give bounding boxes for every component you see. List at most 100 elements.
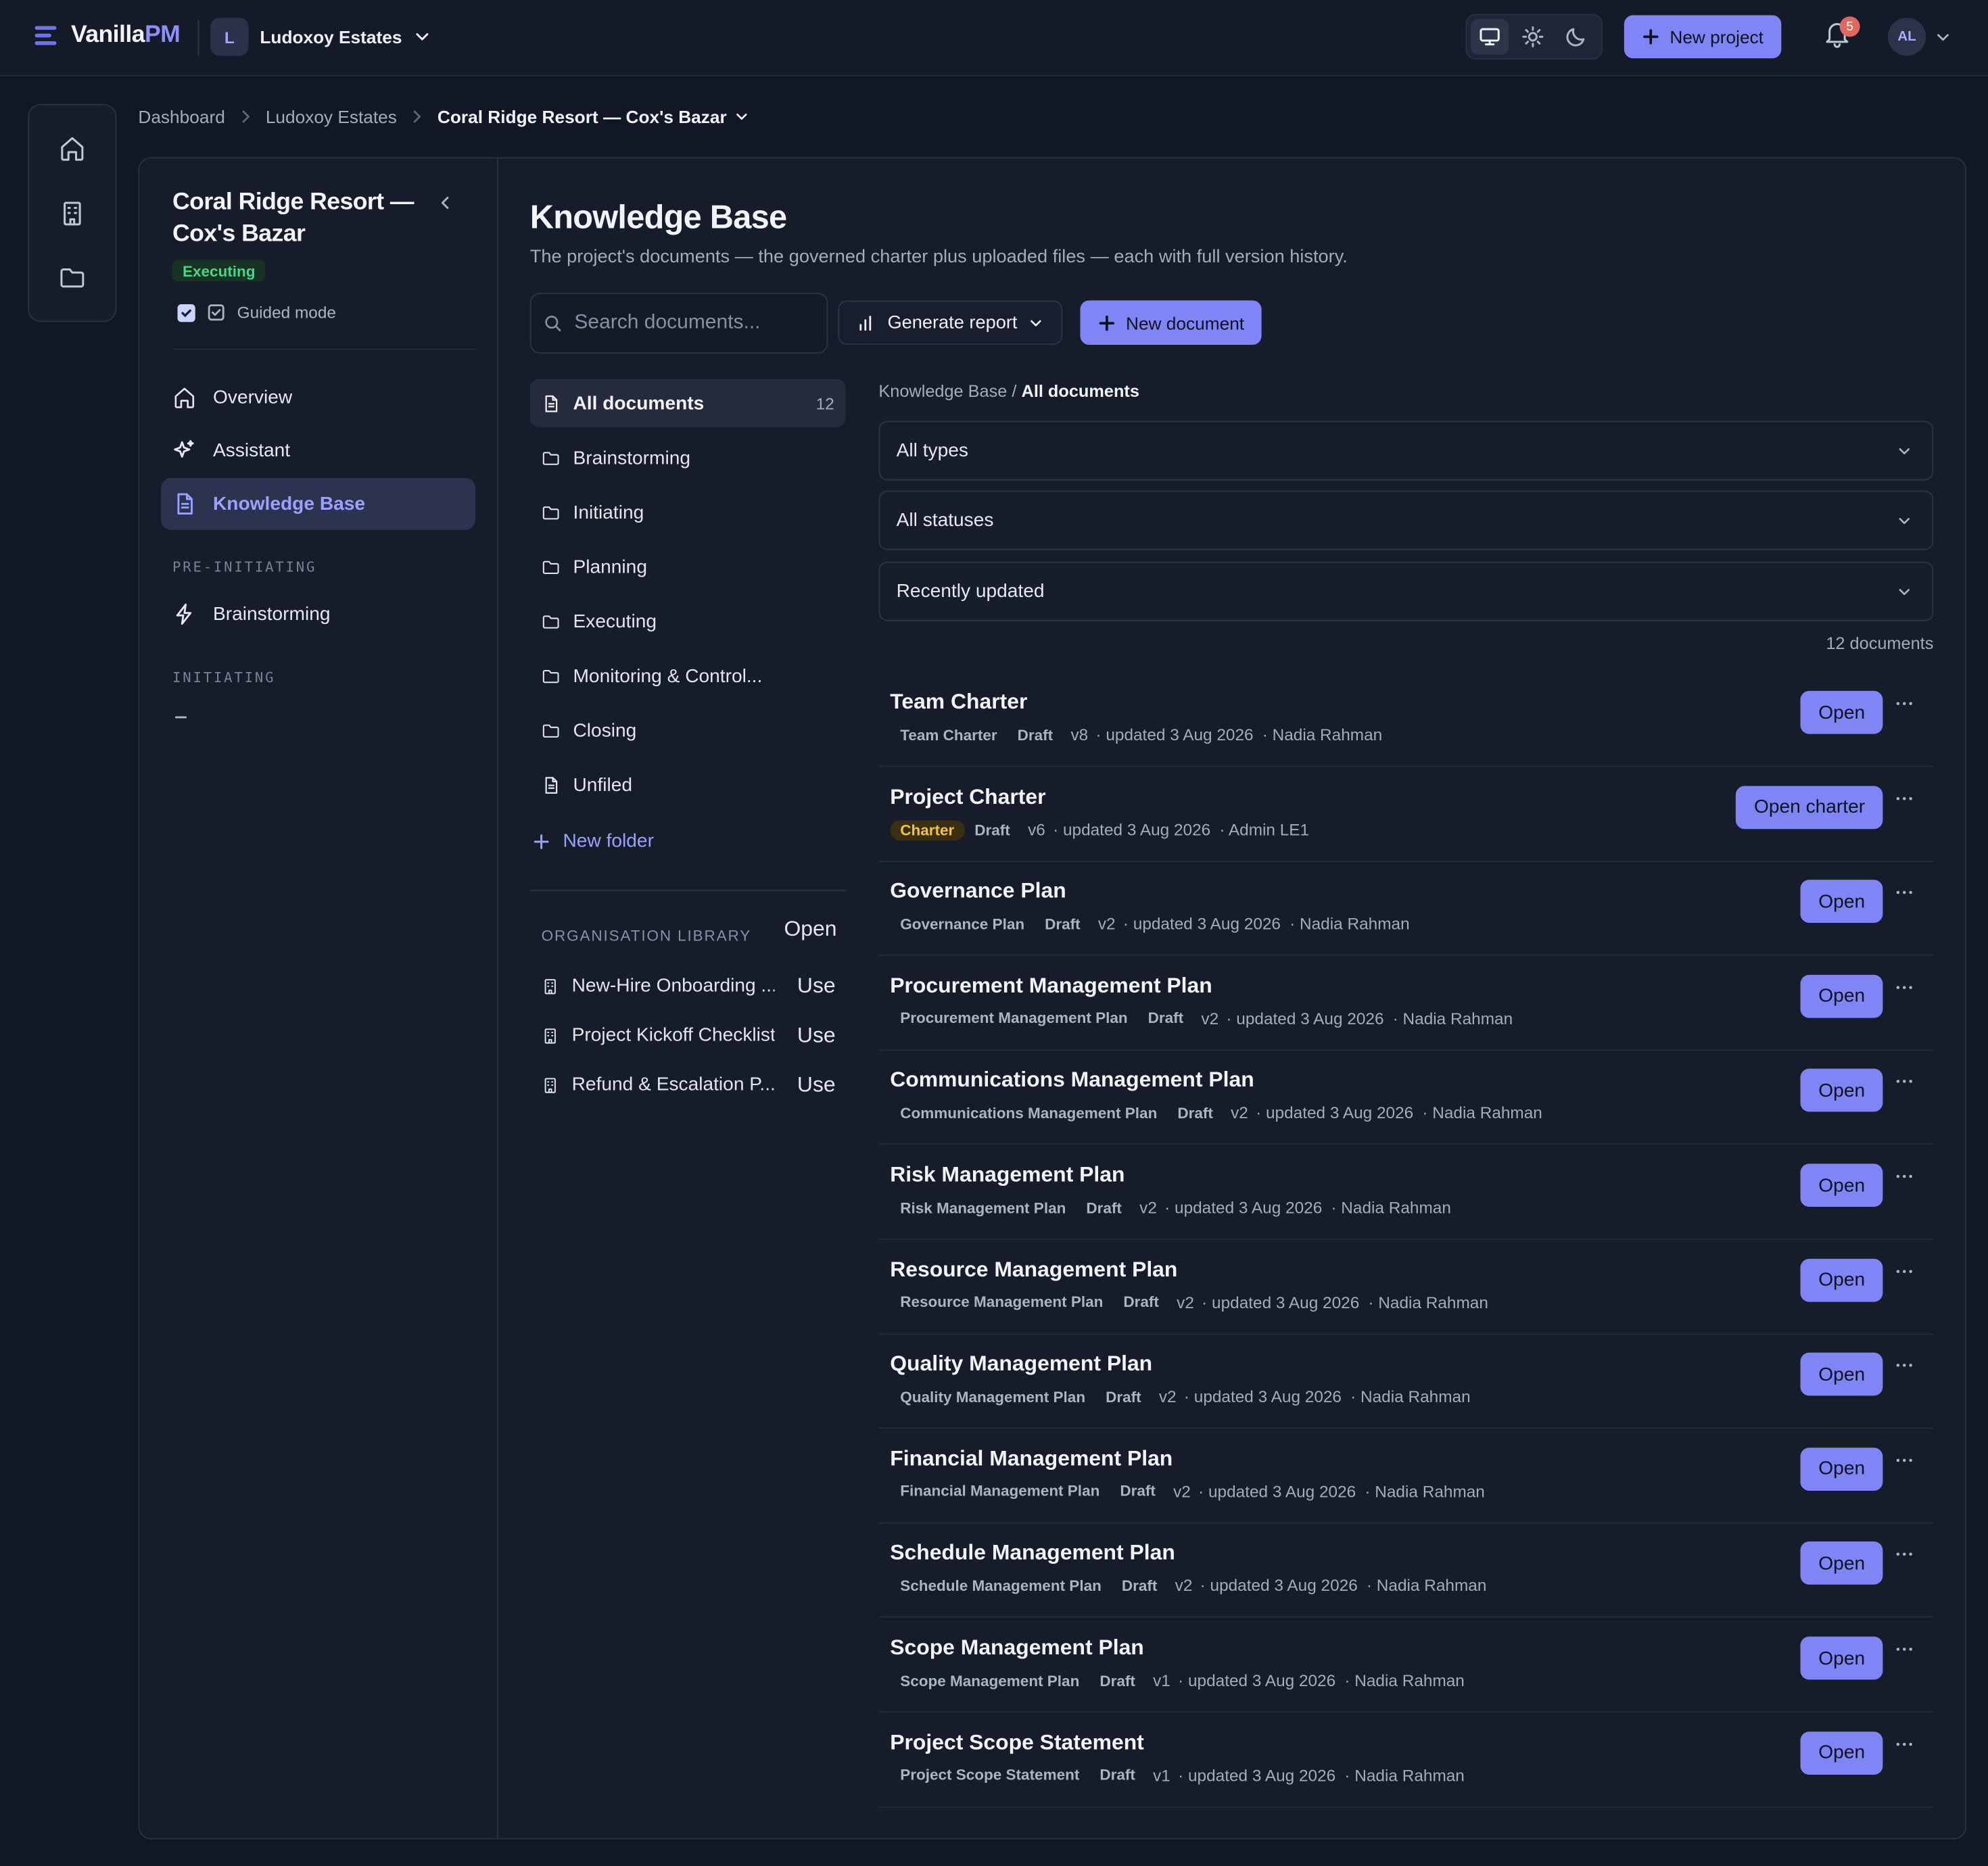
open-document-button[interactable]: Open (1801, 1352, 1883, 1396)
list-breadcrumb-root[interactable]: Knowledge Base (878, 381, 1007, 400)
collapse-sidebar-button[interactable] (436, 194, 454, 212)
document-row[interactable]: Quality Management Plan Quality Managemen… (878, 1334, 1934, 1429)
library-use-button[interactable]: Use (797, 1072, 836, 1097)
theme-light-button[interactable] (1514, 19, 1552, 55)
open-document-button[interactable]: Open (1801, 1164, 1883, 1207)
document-row[interactable]: Procurement Management Plan Procurement M… (878, 955, 1934, 1051)
folder-executing[interactable]: Executing (530, 597, 846, 645)
guided-mode-toggle[interactable]: Guided mode (177, 303, 336, 322)
document-row[interactable]: Communications Management Plan Communicat… (878, 1050, 1934, 1145)
avatar-menu-toggle[interactable] (1935, 29, 1951, 45)
document-type-badge: Risk Management Plan (900, 1198, 1066, 1217)
guided-mode-checkbox[interactable] (177, 304, 195, 322)
generate-report-button[interactable]: Generate report (838, 300, 1063, 345)
library-use-button[interactable]: Use (797, 973, 836, 999)
status-filter-select[interactable]: All statuses (878, 490, 1934, 550)
more-options-button[interactable] (1895, 1647, 1913, 1652)
nav-brainstorming[interactable]: Brainstorming (161, 588, 475, 640)
document-row[interactable]: Team Charter Team Charter Draft v8 · updated… (878, 672, 1934, 767)
more-options-button[interactable] (1895, 890, 1913, 896)
document-title[interactable]: Resource Management Plan (890, 1257, 1177, 1283)
document-title[interactable]: Financial Management Plan (890, 1446, 1173, 1472)
sparkles-icon (174, 439, 194, 458)
rail-portfolio[interactable] (58, 199, 86, 226)
folder-label: Planning (573, 556, 647, 578)
new-folder-button[interactable]: New folder (533, 830, 654, 852)
document-row[interactable]: Schedule Management Plan Schedule Managem… (878, 1523, 1934, 1619)
document-meta: Team Charter Draft v8 · updated 3 Aug 2026 ·… (890, 725, 1382, 744)
more-options-button[interactable] (1895, 1458, 1913, 1463)
document-row[interactable]: Project Scope Statement Project Scope Sta… (878, 1712, 1934, 1807)
nav-knowledge-base[interactable]: Knowledge Base (161, 477, 476, 530)
document-row[interactable]: Risk Management Plan Risk Management Plan… (878, 1145, 1934, 1240)
open-document-button[interactable]: Open (1801, 1447, 1883, 1491)
workspace-switcher[interactable]: L Ludoxoy Estates (210, 18, 431, 56)
document-row[interactable]: Scope Management Plan Scope Management Pl… (878, 1618, 1934, 1713)
document-title[interactable]: Risk Management Plan (890, 1162, 1125, 1188)
sort-select[interactable]: Recently updated (878, 561, 1934, 621)
more-options-button[interactable] (1895, 1552, 1913, 1558)
open-document-button[interactable]: Open (1801, 1541, 1883, 1585)
library-item[interactable]: Refund & Escalation P... Use (542, 1072, 836, 1097)
new-project-button[interactable]: New project (1624, 15, 1782, 59)
open-document-button[interactable]: Open (1801, 690, 1883, 734)
folder-all-label: All documents (573, 392, 705, 414)
document-row[interactable]: Resource Management Plan Resource Managem… (878, 1239, 1934, 1335)
document-meta: Scope Management Plan Draft v1 · updated 3 … (890, 1671, 1465, 1690)
folder-monitoring-control[interactable]: Monitoring & Control... (530, 652, 846, 700)
more-options-button[interactable] (1895, 1174, 1913, 1179)
library-item[interactable]: New-Hire Onboarding ... Use (542, 973, 836, 999)
type-filter-select[interactable]: All types (878, 421, 1934, 481)
rail-files[interactable] (58, 264, 86, 291)
folder-all-documents[interactable]: All documents 12 (529, 379, 846, 427)
document-row[interactable]: Project Charter Charter Draft v6 · updated 3… (878, 767, 1934, 862)
folder-closing[interactable]: Closing (530, 706, 846, 754)
theme-dark-button[interactable] (1557, 19, 1595, 55)
brand-logo[interactable]: VanillaPM (33, 22, 181, 49)
open-document-button[interactable]: Open (1801, 974, 1883, 1018)
folder-unfiled[interactable]: Unfiled (530, 761, 846, 809)
theme-system-button[interactable] (1471, 19, 1509, 55)
breadcrumb-workspace[interactable]: Ludoxoy Estates (266, 107, 397, 127)
document-title[interactable]: Scope Management Plan (890, 1635, 1144, 1661)
document-title[interactable]: Quality Management Plan (890, 1351, 1152, 1377)
breadcrumb-project[interactable]: Coral Ridge Resort — Cox's Bazar (437, 107, 750, 127)
document-title[interactable]: Project Scope Statement (890, 1730, 1144, 1756)
document-title[interactable]: Communications Management Plan (890, 1068, 1254, 1093)
document-row[interactable]: Governance Plan Governance Plan Draft v2 · u… (878, 861, 1934, 957)
more-options-button[interactable] (1895, 1268, 1913, 1274)
rail-home[interactable] (58, 135, 86, 162)
more-options-button[interactable] (1895, 796, 1913, 801)
nav-overview[interactable]: Overview (161, 371, 475, 423)
more-horizontal-icon (1896, 702, 1912, 705)
more-options-button[interactable] (1895, 701, 1913, 707)
document-title[interactable]: Team Charter (890, 690, 1027, 715)
open-document-button[interactable]: Open (1801, 1731, 1883, 1775)
document-title[interactable]: Procurement Management Plan (890, 974, 1212, 999)
library-use-button[interactable]: Use (797, 1022, 836, 1048)
document-version: v2 (1177, 1292, 1194, 1312)
folder-planning[interactable]: Planning (530, 543, 846, 591)
document-title[interactable]: Schedule Management Plan (890, 1541, 1175, 1566)
folder-brainstorming[interactable]: Brainstorming (530, 433, 846, 481)
open-document-button[interactable]: Open (1801, 1069, 1883, 1113)
breadcrumb-dashboard[interactable]: Dashboard (138, 107, 224, 127)
document-title[interactable]: Governance Plan (890, 879, 1066, 905)
open-document-button[interactable]: Open (1801, 1258, 1883, 1301)
library-item[interactable]: Project Kickoff Checklist Use (542, 1022, 836, 1048)
document-title[interactable]: Project Charter (890, 784, 1045, 810)
more-options-button[interactable] (1895, 984, 1913, 990)
open-document-button[interactable]: Open charter (1736, 785, 1883, 829)
more-options-button[interactable] (1895, 1363, 1913, 1368)
document-row[interactable]: Financial Management Plan Financial Manag… (878, 1429, 1934, 1524)
avatar[interactable]: AL (1887, 18, 1926, 56)
folder-initiating[interactable]: Initiating (530, 488, 846, 536)
nav-assistant[interactable]: Assistant (161, 425, 475, 477)
open-document-button[interactable]: Open (1801, 880, 1883, 924)
new-document-button[interactable]: New document (1080, 300, 1262, 345)
open-document-button[interactable]: Open (1801, 1636, 1883, 1680)
more-options-button[interactable] (1895, 1079, 1913, 1084)
search-input[interactable]: Search documents... (529, 293, 828, 354)
organisation-library-open[interactable]: Open (784, 917, 837, 942)
more-options-button[interactable] (1895, 1741, 1913, 1746)
